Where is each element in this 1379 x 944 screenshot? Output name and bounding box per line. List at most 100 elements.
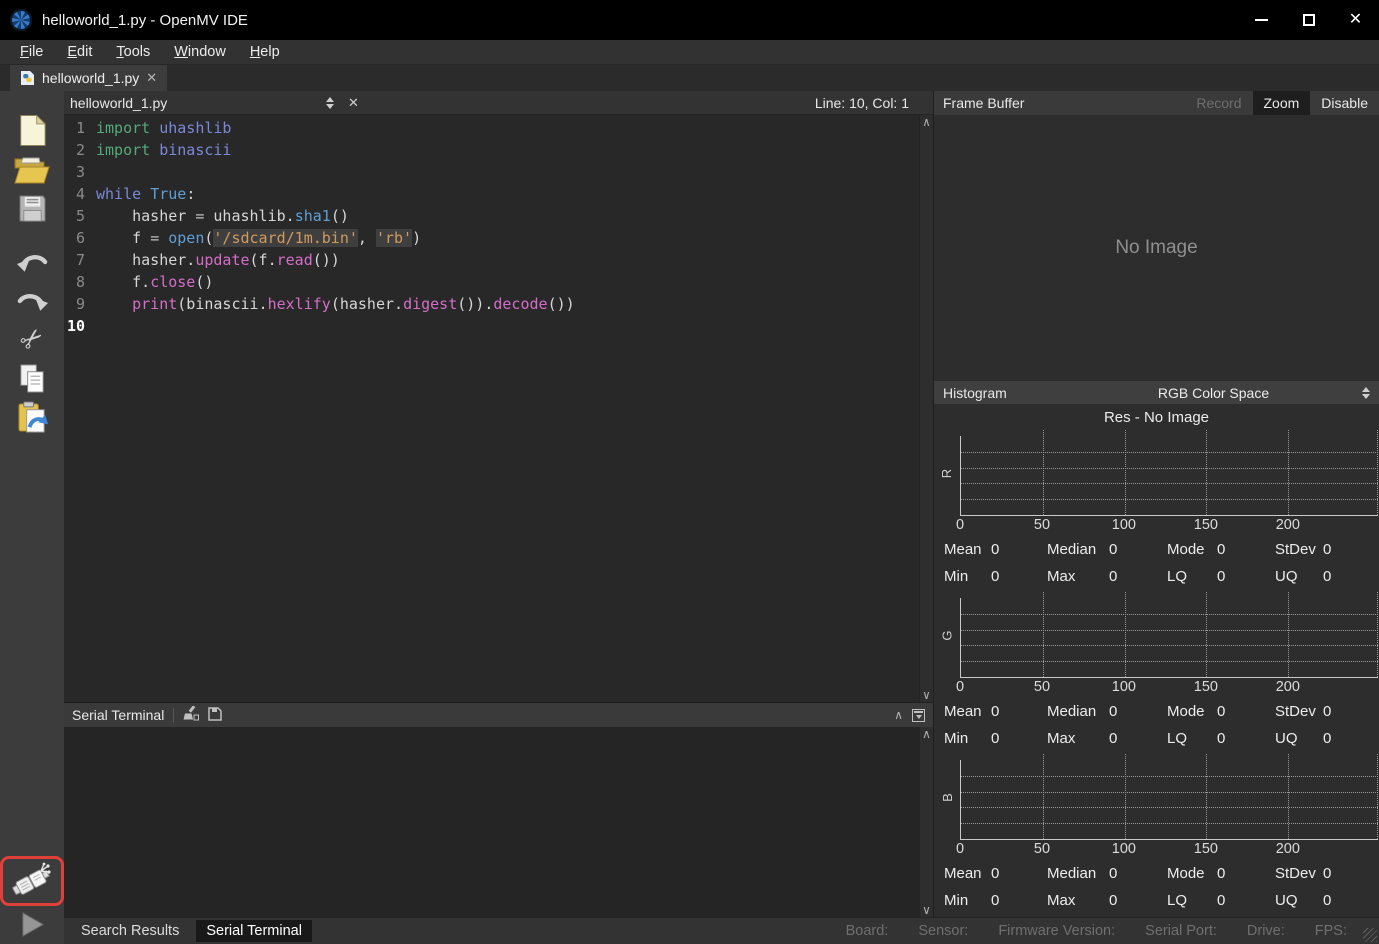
stat-value: 0 [1109, 703, 1117, 720]
code-line[interactable] [96, 315, 933, 337]
status-tab-serial-terminal[interactable]: Serial Terminal [196, 920, 312, 942]
channel-label: R [934, 430, 960, 516]
undo-button[interactable] [11, 242, 53, 281]
record-button[interactable]: Record [1185, 91, 1252, 115]
stat-value: 0 [1323, 865, 1331, 882]
maximize-button[interactable] [1285, 0, 1332, 40]
zoom-button[interactable]: Zoom [1253, 91, 1311, 115]
line-number: 4 [64, 183, 85, 205]
stat-label: Median [1047, 703, 1096, 720]
stat-value: 0 [1323, 892, 1331, 909]
serial-terminal-output[interactable]: ∧ ∨ [64, 727, 933, 917]
code-line[interactable]: hasher = uhashlib.sha1() [96, 205, 933, 227]
stat-value: 0 [991, 865, 999, 882]
line-number: 5 [64, 205, 85, 227]
code-editor[interactable]: 12345678910 import uhashlibimport binasc… [64, 115, 933, 702]
code-area[interactable]: import uhashlibimport binascii while True… [90, 117, 933, 702]
histogram-plot [960, 598, 1378, 678]
color-space-spinner-icon[interactable] [1362, 387, 1370, 399]
x-tick: 100 [1112, 679, 1136, 695]
serial-terminal-title: Serial Terminal [72, 707, 164, 723]
document-title: helloworld_1.py [70, 95, 318, 111]
terminal-scrollbar[interactable]: ∧ ∨ [919, 727, 933, 917]
copy-button[interactable] [11, 359, 53, 398]
code-line[interactable]: while True: [96, 183, 933, 205]
save-log-button[interactable] [208, 707, 222, 724]
stat-value: 0 [1109, 730, 1117, 747]
line-number: 10 [64, 315, 85, 337]
x-tick: 150 [1194, 517, 1218, 533]
right-panel: Frame Buffer Record Zoom Disable No Imag… [933, 91, 1379, 917]
clear-terminal-button[interactable] [183, 706, 199, 724]
code-line[interactable]: f.close() [96, 271, 933, 293]
menu-file[interactable]: File [8, 42, 55, 62]
histogram-body: Res - No Image R050100150200Mean0Median0… [934, 404, 1379, 917]
code-line[interactable]: f = open('/sdcard/1m.bin', 'rb') [96, 227, 933, 249]
clear-icon [183, 706, 199, 721]
editor-scrollbar[interactable]: ∧ ∨ [919, 115, 933, 702]
redo-button[interactable] [11, 281, 53, 320]
x-tick: 50 [1034, 517, 1050, 533]
new-file-button[interactable] [11, 111, 53, 150]
minimize-button[interactable] [1238, 0, 1285, 40]
cut-button[interactable]: ✂ [11, 320, 53, 359]
line-number: 2 [64, 139, 85, 161]
code-line[interactable]: hasher.update(f.read()) [96, 249, 933, 271]
histogram-plot [960, 760, 1378, 840]
code-line[interactable]: import uhashlib [96, 117, 933, 139]
menu-tools[interactable]: Tools [104, 42, 162, 62]
minimize-icon [1255, 19, 1268, 21]
close-button[interactable]: ✕ [1332, 0, 1379, 40]
maximize-icon [1303, 14, 1315, 26]
frame-buffer-buttons: Record Zoom Disable [1185, 91, 1379, 115]
stat-value: 0 [1217, 703, 1225, 720]
menu-bar: File Edit Tools Window Help [0, 40, 1379, 65]
scroll-up-icon[interactable]: ∧ [922, 728, 931, 740]
status-tab-search-results[interactable]: Search Results [71, 920, 189, 942]
x-tick: 150 [1194, 679, 1218, 695]
x-axis-labels: 050100150200 [960, 678, 1378, 699]
menu-edit[interactable]: Edit [55, 42, 104, 62]
close-icon: ✕ [1349, 12, 1362, 28]
paste-icon [17, 401, 48, 434]
collapse-panel-icon[interactable]: ∧ [894, 709, 903, 721]
scroll-down-icon[interactable]: ∨ [923, 689, 930, 701]
color-space-select[interactable]: RGB Color Space [1073, 385, 1354, 401]
status-fields: Board: Sensor: Firmware Version: Serial … [846, 923, 1379, 939]
code-line[interactable] [96, 161, 933, 183]
stat-label: Max [1047, 730, 1075, 747]
tab-label: helloworld_1.py [42, 70, 139, 86]
paste-button[interactable] [11, 398, 53, 437]
scissors-icon: ✂ [13, 320, 50, 358]
connect-button[interactable] [10, 862, 54, 900]
python-file-icon [20, 70, 35, 86]
stat-value: 0 [1109, 568, 1117, 585]
open-file-button[interactable] [11, 150, 53, 189]
histogram-group-g: G050100150200Mean0Median0Mode0StDev0Min0… [934, 592, 1379, 754]
document-close-icon[interactable]: ✕ [348, 95, 359, 111]
usb-connect-icon [10, 862, 54, 900]
tab-close-icon[interactable]: ✕ [146, 70, 157, 86]
code-line[interactable]: print(binascii.hexlify(hasher.digest()).… [96, 293, 933, 315]
code-line[interactable]: import binascii [96, 139, 933, 161]
resize-grip[interactable] [1363, 928, 1377, 942]
stat-label: Mean [944, 703, 982, 720]
stat-value: 0 [991, 892, 999, 909]
tab-helloworld[interactable]: helloworld_1.py ✕ [10, 65, 167, 91]
document-selector-icon[interactable] [326, 97, 334, 109]
stats-row: Min0Max0LQ0UQ0 [934, 564, 1379, 591]
channel-label: B [934, 754, 960, 840]
disable-button[interactable]: Disable [1310, 91, 1379, 115]
menu-window[interactable]: Window [162, 42, 238, 62]
scroll-up-icon[interactable]: ∧ [923, 116, 930, 128]
scroll-down-icon[interactable]: ∨ [922, 904, 931, 916]
menu-help[interactable]: Help [238, 42, 292, 62]
stat-value: 0 [991, 703, 999, 720]
start-script-button[interactable] [11, 911, 53, 938]
dock-icon[interactable] [912, 709, 925, 722]
histogram-header: Histogram RGB Color Space [934, 381, 1379, 404]
line-number: 3 [64, 161, 85, 183]
save-file-button[interactable] [11, 189, 53, 228]
content-row: helloworld_1.py ✕ Line: 10, Col: 1 12345… [64, 91, 1379, 917]
line-number: 7 [64, 249, 85, 271]
